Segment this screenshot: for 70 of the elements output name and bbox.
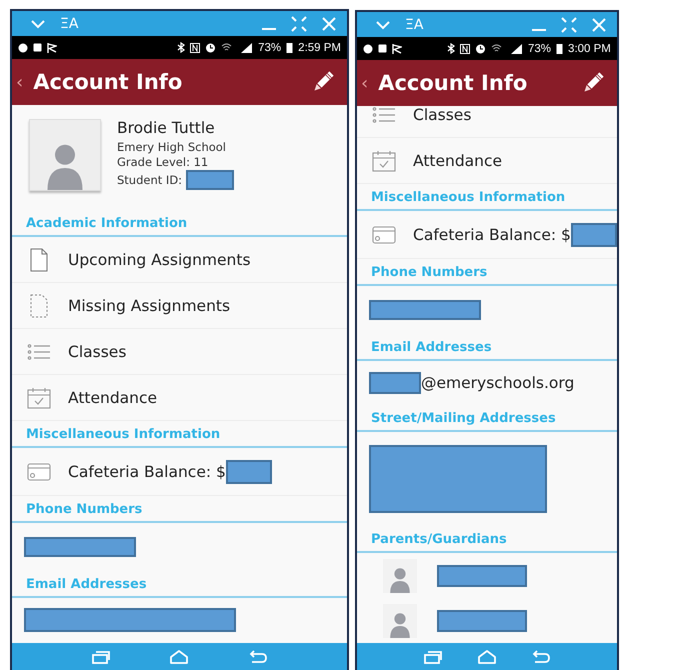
- section-heading: Phone Numbers: [12, 496, 347, 523]
- redaction-block: [186, 170, 234, 190]
- close-icon[interactable]: [590, 16, 607, 32]
- nfc-icon: [190, 42, 200, 52]
- section-heading: Parents/Guardians: [357, 526, 617, 553]
- list-icon: [27, 342, 51, 360]
- redaction-block: [369, 372, 421, 394]
- redaction-block: [226, 460, 272, 484]
- cafeteria-balance-label: Cafeteria Balance: $: [413, 226, 571, 244]
- chevron-down-icon[interactable]: [375, 20, 391, 30]
- calendar-icon: [27, 386, 51, 408]
- chevron-down-icon[interactable]: [30, 18, 46, 28]
- square-icon: [33, 43, 42, 52]
- page-title: Account Info: [33, 70, 184, 94]
- section-heading: Miscellaneous Information: [357, 184, 617, 211]
- section-heading: Academic Information: [12, 210, 347, 237]
- close-icon[interactable]: [321, 16, 337, 32]
- menu-item[interactable]: Attendance: [357, 138, 617, 184]
- page-title: Account Info: [378, 71, 528, 95]
- battery-level: 73%: [258, 42, 282, 54]
- flag-icon: [392, 44, 402, 54]
- fullscreen-icon[interactable]: [291, 16, 307, 32]
- email-domain: @emeryschools.org: [421, 374, 574, 392]
- menu-item[interactable]: Missing Assignments: [12, 283, 347, 329]
- back-chevron[interactable]: ‹: [361, 72, 368, 94]
- list-icon: [372, 106, 396, 124]
- clock-time: 3:00 PM: [568, 42, 611, 54]
- fullscreen-icon[interactable]: [560, 16, 577, 32]
- recent-apps-icon[interactable]: [424, 650, 442, 664]
- bluetooth-icon: [177, 42, 186, 53]
- clock-time: 2:59 PM: [298, 42, 341, 54]
- section-heading: Email Addresses: [357, 334, 617, 361]
- battery-icon: [556, 43, 564, 54]
- home-icon[interactable]: [169, 650, 190, 664]
- back-icon[interactable]: [249, 650, 268, 664]
- student-name: Brodie Tuttle: [117, 119, 216, 137]
- card-icon: [372, 226, 396, 244]
- battery-icon: [286, 42, 294, 53]
- student-id-label: Student ID:: [117, 173, 182, 187]
- menu-item[interactable]: Attendance: [12, 375, 347, 421]
- section-heading: Street/Mailing Addresses: [357, 405, 617, 432]
- home-icon[interactable]: [476, 650, 497, 664]
- alarm-icon: [205, 42, 216, 53]
- circle-icon: [18, 42, 28, 52]
- card-icon: [27, 462, 51, 480]
- back-chevron[interactable]: ‹: [16, 72, 24, 92]
- wifi-icon: [491, 44, 502, 54]
- wifi-icon: [221, 42, 232, 52]
- section-heading: Miscellaneous Information: [12, 421, 347, 448]
- menu-item[interactable]: Classes: [12, 329, 347, 375]
- flag-icon: [47, 42, 57, 52]
- redaction-block: [570, 222, 617, 246]
- square-icon: [378, 44, 387, 53]
- menu-item[interactable]: Upcoming Assignments: [12, 237, 347, 283]
- nfc-icon: [460, 44, 470, 54]
- cafeteria-balance-label: Cafeteria Balance: $: [68, 462, 226, 480]
- dashed-document-icon: [30, 294, 48, 318]
- recent-apps-icon[interactable]: [92, 650, 110, 664]
- menu-item[interactable]: Classes: [357, 106, 617, 138]
- document-icon: [30, 248, 48, 272]
- section-heading: Email Addresses: [12, 571, 347, 598]
- school-name: Emery High School: [117, 140, 227, 154]
- grade-level: Grade Level: 11: [117, 155, 210, 169]
- bluetooth-icon: [447, 43, 456, 54]
- calendar-icon: [372, 150, 396, 172]
- battery-level: 73%: [528, 42, 552, 54]
- section-heading: Phone Numbers: [357, 259, 617, 286]
- back-icon[interactable]: [532, 650, 550, 664]
- circle-icon: [363, 44, 373, 54]
- alarm-icon: [475, 43, 486, 54]
